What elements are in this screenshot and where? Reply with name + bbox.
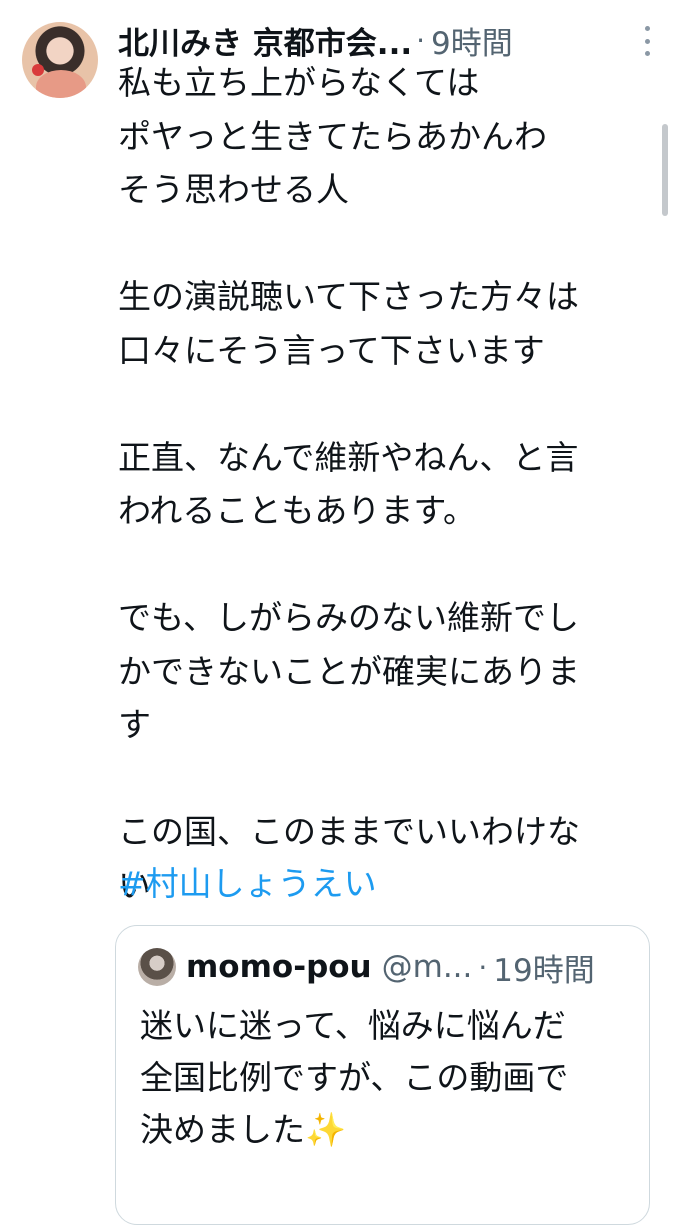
more-dot bbox=[644, 26, 650, 31]
more-options-icon[interactable] bbox=[642, 26, 652, 56]
avatar-flower bbox=[32, 64, 44, 76]
quoted-tweet[interactable]: momo-pou @m... · 19時間 迷いに迷って、悩みに悩んだ 全国比例… bbox=[115, 925, 650, 1225]
header-separator: · bbox=[416, 23, 426, 57]
hashtag-link[interactable]: #村山しょうえい bbox=[118, 857, 377, 911]
quoted-tweet-header: momo-pou @m... · 19時間 bbox=[138, 944, 595, 990]
quoted-header-separator: · bbox=[478, 950, 488, 984]
quoted-tweet-timestamp: 19時間 bbox=[493, 952, 595, 989]
avatar-shirt bbox=[36, 70, 86, 98]
quoted-author-name: momo-pou bbox=[186, 949, 372, 985]
quoted-tweet-body: 迷いに迷って、悩みに悩んだ 全国比例ですが、この動画で 決めました✨ bbox=[140, 1000, 630, 1156]
more-dot bbox=[644, 38, 650, 44]
scrollbar[interactable] bbox=[662, 124, 668, 216]
quoted-author-handle: @m... bbox=[381, 949, 473, 985]
quoted-tweet-text: 迷いに迷って、悩みに悩んだ 全国比例ですが、この動画で 決めました bbox=[140, 1006, 569, 1149]
sparkles-icon: ✨ bbox=[305, 1110, 347, 1149]
tweet-body: 私も立ち上がらなくては ポヤっと生きてたらあかんわ そう思わせる人 生の演説聴い… bbox=[118, 63, 580, 905]
author-avatar[interactable] bbox=[22, 22, 98, 98]
quoted-author-avatar bbox=[138, 948, 176, 986]
